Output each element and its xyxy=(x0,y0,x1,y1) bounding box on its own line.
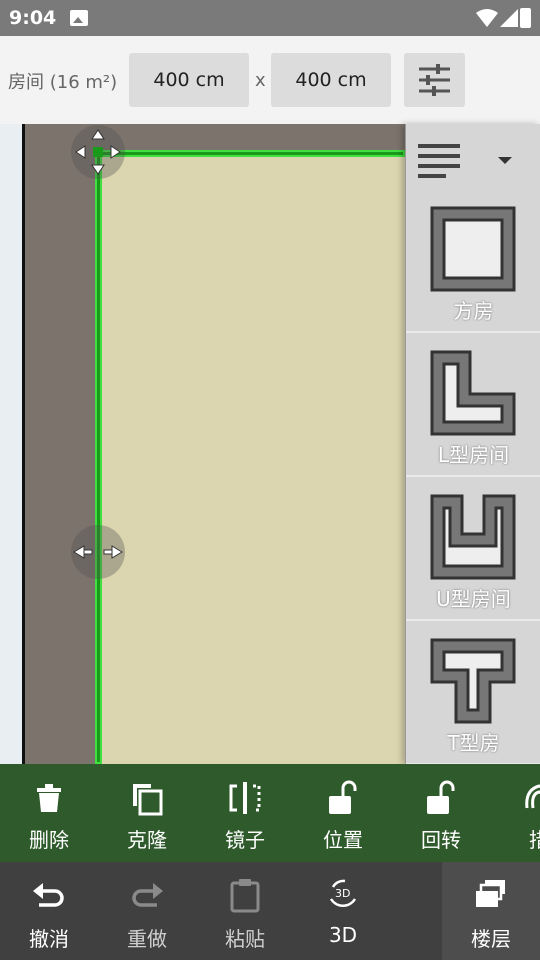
3d-view-button[interactable]: 3D 3D xyxy=(294,862,392,960)
unlock-icon xyxy=(329,780,357,814)
room-item-l-shape[interactable]: L型房间 xyxy=(406,334,540,477)
undo-button[interactable]: 撤消 xyxy=(0,862,98,960)
room-floor[interactable] xyxy=(99,153,405,764)
rotate-3d-icon: 3D xyxy=(329,879,357,908)
delete-button[interactable]: 删除 xyxy=(0,764,98,862)
move-handle[interactable] xyxy=(71,125,125,179)
position-label: 位置 xyxy=(323,828,363,852)
floors-button[interactable]: 楼层 xyxy=(442,862,540,960)
paste-button[interactable]: 粘贴 xyxy=(196,862,294,960)
rotation-lock-button[interactable]: 回转 xyxy=(392,764,490,862)
room-area-label: 房间 (16 m²) xyxy=(8,72,118,93)
mirror-label: 镜子 xyxy=(225,828,265,852)
room-item-label: L型房间 xyxy=(437,443,510,467)
position-lock-button[interactable]: 位置 xyxy=(294,764,392,862)
room-size-toolbar: 房间 (16 m²) 400 cm x 400 cm xyxy=(0,36,540,124)
wall-left[interactable] xyxy=(95,150,102,764)
cell-signal-icon xyxy=(500,9,518,27)
svg-text:3D: 3D xyxy=(335,887,350,900)
image-icon xyxy=(70,10,88,26)
clipboard-icon xyxy=(230,879,260,913)
dropdown-icon[interactable] xyxy=(498,157,512,164)
dimension-separator: x xyxy=(255,70,266,91)
clone-label: 克隆 xyxy=(127,828,167,852)
clone-button[interactable]: 克隆 xyxy=(98,764,196,862)
trash-icon xyxy=(37,784,61,812)
room-item-label: U型房间 xyxy=(436,587,511,611)
bottom-toolbar: 撤消 重做 粘贴 3D 3D 楼层 xyxy=(0,862,540,960)
redo-icon xyxy=(132,883,163,907)
floors-label: 楼层 xyxy=(471,927,511,951)
undo-label: 撤消 xyxy=(29,927,69,951)
app-screen: 9:04 房间 (16 m²) 400 cm x 400 cm 方房 L型房间 … xyxy=(0,0,540,960)
room-item-square[interactable]: 方房 xyxy=(406,190,540,333)
delete-label: 删除 xyxy=(29,828,69,852)
more-action-button[interactable]: 措 xyxy=(490,764,540,862)
l-room-icon xyxy=(430,350,516,436)
redo-button[interactable]: 重做 xyxy=(98,862,196,960)
room-shape-panel: 方房 L型房间 U型房间 T型房 xyxy=(405,124,540,765)
square-room-icon xyxy=(430,206,516,292)
panel-header xyxy=(406,124,540,190)
sliders-icon xyxy=(419,64,450,96)
horizontal-arrows-icon xyxy=(73,545,123,559)
wall-top[interactable] xyxy=(96,150,405,157)
mirror-button[interactable]: 镜子 xyxy=(196,764,294,862)
room-item-label: 方房 xyxy=(453,299,494,323)
layers-icon xyxy=(476,880,505,907)
u-room-icon xyxy=(430,494,516,580)
settings-button[interactable] xyxy=(404,53,465,107)
unlock-icon xyxy=(427,780,455,814)
paste-label: 粘贴 xyxy=(225,927,265,951)
rotation-label: 回转 xyxy=(421,828,461,852)
resize-handle[interactable] xyxy=(71,525,125,579)
room-item-u-shape[interactable]: U型房间 xyxy=(406,478,540,621)
copy-icon xyxy=(133,784,163,816)
wifi-icon xyxy=(476,9,498,27)
more-action-label: 措 xyxy=(529,828,540,852)
mirror-icon xyxy=(229,782,261,814)
move-arrows-icon xyxy=(75,129,121,175)
room-item-t-shape[interactable]: T型房 xyxy=(406,622,540,765)
object-action-bar: 删除 克隆 镜子 位置 回转 措 xyxy=(0,764,540,862)
fingerprint-icon xyxy=(525,784,540,809)
room-height-field[interactable]: 400 cm xyxy=(271,53,391,107)
status-time: 9:04 xyxy=(9,7,57,29)
redo-label: 重做 xyxy=(127,927,167,951)
room-width-field[interactable]: 400 cm xyxy=(129,53,249,107)
undo-icon xyxy=(33,883,64,907)
3d-label: 3D xyxy=(328,923,358,947)
status-bar: 9:04 xyxy=(0,0,540,36)
room-item-label: T型房 xyxy=(447,731,500,755)
t-room-icon xyxy=(430,638,516,724)
list-icon[interactable] xyxy=(418,142,462,178)
battery-icon xyxy=(520,8,531,28)
